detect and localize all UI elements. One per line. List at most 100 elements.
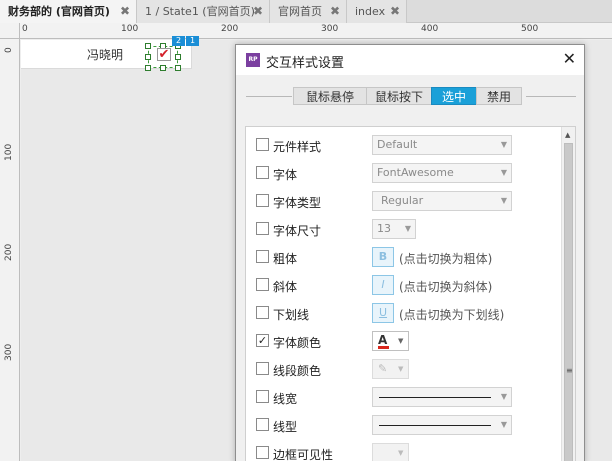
option-row-underline: 下划线 U (点击切换为下划线) <box>246 299 562 327</box>
chevron-down-icon: ▼ <box>398 337 404 345</box>
scroll-thumb[interactable]: ≡ <box>564 143 573 461</box>
ruler-label: 0 <box>22 24 28 34</box>
scroll-up-icon[interactable]: ▲ <box>565 131 570 139</box>
tab-disabled[interactable]: 禁用 <box>476 87 522 105</box>
chevron-down-icon: ▼ <box>500 420 507 429</box>
ruler-label: 300 <box>321 24 339 34</box>
resize-handle[interactable] <box>160 65 166 71</box>
option-label: 线型 <box>273 420 298 434</box>
option-label: 边框可见性 <box>273 448 334 461</box>
option-row-font-type: 字体类型 Regular ▼ <box>246 187 562 215</box>
line-width-checkbox[interactable] <box>256 390 269 403</box>
chevron-down-icon: ▼ <box>398 365 404 373</box>
ruler-label: 500 <box>521 24 539 34</box>
border-visibility-checkbox[interactable] <box>256 446 269 459</box>
italic-checkbox[interactable] <box>256 278 269 291</box>
horizontal-ruler: 0 100 200 300 400 500 <box>20 23 612 39</box>
tab-index[interactable]: index ✖ <box>347 0 407 23</box>
option-label: 字体颜色 <box>273 336 322 350</box>
tab-label: 财务部的 (官网首页) <box>8 5 110 18</box>
resize-handle[interactable] <box>145 54 151 60</box>
option-label: 斜体 <box>273 280 298 294</box>
option-label: 线段颜色 <box>273 364 322 378</box>
underline-checkbox[interactable] <box>256 306 269 319</box>
line-style-checkbox[interactable] <box>256 418 269 431</box>
font-color-swatch <box>378 346 389 349</box>
font-type-checkbox[interactable] <box>256 194 269 207</box>
dialog-title-bar[interactable]: RP 交互样式设置 ✕ <box>236 45 584 75</box>
option-hint: (点击切换为下划线) <box>399 308 505 322</box>
resize-handle[interactable] <box>175 65 181 71</box>
bold-checkbox[interactable] <box>256 250 269 263</box>
dialog-title: 交互样式设置 <box>266 56 345 71</box>
line-color-checkbox[interactable] <box>256 362 269 375</box>
line-style-dropdown[interactable]: ▼ <box>372 415 512 435</box>
chevron-down-icon: ▼ <box>404 224 411 233</box>
option-label: 字体 <box>273 168 298 182</box>
dropdown-value: Regular <box>381 194 424 207</box>
tab-mouse-down[interactable]: 鼠标按下 <box>366 87 432 105</box>
option-row-font: 字体 FontAwesome ▼ <box>246 159 562 187</box>
option-row-line-color: 线段颜色 ✎ ▼ <box>246 355 562 383</box>
checkbox-widget[interactable]: ✔ <box>157 48 171 61</box>
chevron-down-icon: ▼ <box>500 168 507 177</box>
resize-handle[interactable] <box>145 65 151 71</box>
tab-close-icon[interactable]: ✖ <box>253 0 263 23</box>
option-hint: (点击切换为粗体) <box>399 252 493 266</box>
resize-handle[interactable] <box>175 54 181 60</box>
ruler-label: 200 <box>4 243 14 261</box>
tab-close-icon[interactable]: ✖ <box>120 0 130 23</box>
divider <box>526 96 576 97</box>
line-style-sample <box>379 425 491 426</box>
font-size-dropdown[interactable]: 13 ▼ <box>372 219 416 239</box>
close-icon[interactable]: ✕ <box>563 49 576 68</box>
state-segmented-control: 鼠标悬停 鼠标按下 选中 禁用 <box>293 87 525 105</box>
tab-selected[interactable]: 选中 <box>431 87 477 105</box>
tab-close-icon[interactable]: ✖ <box>390 0 400 23</box>
tab-homepage[interactable]: 官网首页 ✖ <box>270 0 347 23</box>
widget-style-dropdown[interactable]: Default ▼ <box>372 135 512 155</box>
tab-mouse-over[interactable]: 鼠标悬停 <box>293 87 367 105</box>
widget-name-label: 冯晓明 <box>87 48 124 62</box>
ruler-label: 300 <box>4 343 14 361</box>
tab-label: 1 / State1 (官网首页) <box>145 5 255 18</box>
widget-style-checkbox[interactable] <box>256 138 269 151</box>
option-label: 字体类型 <box>273 196 322 210</box>
panel-scrollbar[interactable]: ▲ ≡ <box>561 127 575 461</box>
bold-toggle-button[interactable]: B <box>372 247 394 267</box>
font-type-dropdown[interactable]: Regular ▼ <box>372 191 512 211</box>
tab-caiwubu[interactable]: 财务部的 (官网首页) ✖ <box>0 0 137 24</box>
line-width-dropdown[interactable]: ▼ <box>372 387 512 407</box>
font-color-picker[interactable]: A ▼ <box>372 331 409 351</box>
grip-icon: ≡ <box>566 366 573 375</box>
font-dropdown[interactable]: FontAwesome ▼ <box>372 163 512 183</box>
interaction-style-dialog: RP 交互样式设置 ✕ 鼠标悬停 鼠标按下 选中 禁用 元件样式 Default… <box>235 44 585 461</box>
option-label: 字体尺寸 <box>273 224 322 238</box>
ruler-label: 400 <box>421 24 439 34</box>
option-row-italic: 斜体 I (点击切换为斜体) <box>246 271 562 299</box>
chevron-down-icon: ▼ <box>500 196 507 205</box>
dropdown-value: Default <box>377 138 418 151</box>
tab-label: index <box>355 5 386 18</box>
interaction-badge[interactable]: 1 <box>186 36 199 46</box>
chevron-down-icon: ▼ <box>398 449 404 457</box>
italic-toggle-button[interactable]: I <box>372 275 394 295</box>
option-row-font-size: 字体尺寸 13 ▼ <box>246 215 562 243</box>
option-row-bold: 粗体 B (点击切换为粗体) <box>246 243 562 271</box>
font-size-checkbox[interactable] <box>256 222 269 235</box>
line-color-picker[interactable]: ✎ ▼ <box>372 359 409 379</box>
border-visibility-picker[interactable]: ▼ <box>372 443 409 461</box>
option-row-line-style: 线型 ▼ <box>246 411 562 439</box>
underline-toggle-button[interactable]: U <box>372 303 394 323</box>
tab-state1[interactable]: 1 / State1 (官网首页) ✖ <box>137 0 270 23</box>
ruler-label: 100 <box>4 143 14 161</box>
tab-close-icon[interactable]: ✖ <box>330 0 340 23</box>
font-checkbox[interactable] <box>256 166 269 179</box>
axure-logo-icon: RP <box>246 53 260 67</box>
resize-handle[interactable] <box>145 43 151 49</box>
interaction-badge[interactable]: 2 <box>172 36 185 46</box>
ruler-corner <box>0 23 20 39</box>
tab-label: 官网首页 <box>278 5 322 18</box>
font-color-checkbox[interactable]: ✓ <box>256 334 269 347</box>
ruler-label: 100 <box>121 24 139 34</box>
